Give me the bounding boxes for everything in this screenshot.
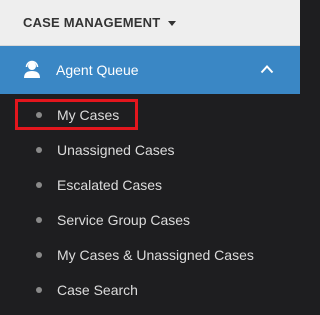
case-management-title: CASE MANAGEMENT — [23, 15, 161, 30]
menu-item-label: Service Group Cases — [57, 211, 191, 228]
menu-item-label: Unassigned Cases — [57, 141, 175, 158]
bullet-icon — [36, 251, 42, 258]
menu-item-unassigned-cases[interactable]: Unassigned Cases — [0, 132, 300, 167]
menu-item-label: My Cases & Unassigned Cases — [57, 246, 254, 263]
bullet-icon — [36, 111, 42, 118]
menu-item-service-group-cases[interactable]: Service Group Cases — [0, 202, 300, 237]
menu-item-escalated-cases[interactable]: Escalated Cases — [0, 167, 300, 202]
agent-queue-title: Agent Queue — [56, 62, 139, 78]
agent-headset-icon — [24, 60, 40, 78]
bullet-icon — [36, 181, 42, 188]
caret-down-icon[interactable] — [168, 20, 177, 26]
bullet-icon — [36, 286, 42, 293]
menu-item-my-and-unassigned-cases[interactable]: My Cases & Unassigned Cases — [0, 237, 300, 272]
chevron-up-icon[interactable] — [260, 64, 274, 74]
agent-queue-group-header[interactable]: Agent Queue — [0, 46, 300, 94]
menu-item-case-search[interactable]: Case Search — [0, 272, 300, 307]
menu-item-label: Escalated Cases — [57, 176, 163, 193]
menu-item-label: My Cases — [57, 106, 120, 123]
bullet-icon — [36, 216, 42, 223]
bullet-icon — [36, 146, 42, 153]
case-management-header[interactable]: CASE MANAGEMENT — [0, 0, 300, 46]
agent-queue-menu: My Cases Unassigned Cases Escalated Case… — [0, 97, 300, 307]
menu-item-my-cases[interactable]: My Cases — [0, 97, 300, 132]
menu-item-label: Case Search — [57, 281, 138, 298]
